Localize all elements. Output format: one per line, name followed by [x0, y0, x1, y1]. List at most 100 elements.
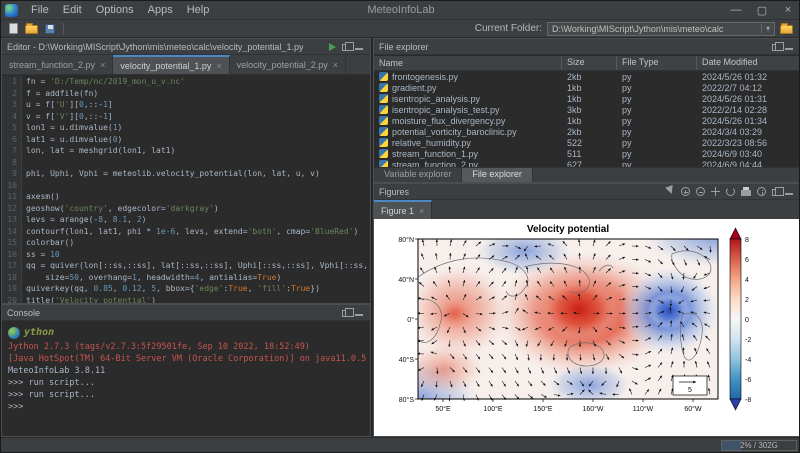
code-line[interactable]: 15colorbar() — [2, 237, 370, 249]
code-line[interactable]: 16ss = 10 — [2, 249, 370, 261]
code-line[interactable]: 11axesm() — [2, 191, 370, 203]
info-icon[interactable] — [757, 187, 766, 196]
code-line[interactable]: 6lat1 = u.dimvalue(0) — [2, 134, 370, 146]
table-row[interactable]: stream_function_1.py511py2024/6/9 03:40 — [374, 148, 800, 159]
code-line[interactable]: 12geoshow('country', edgecolor='darkgray… — [2, 203, 370, 215]
tab-close-icon[interactable]: × — [100, 60, 105, 70]
code-line[interactable]: 3u = f['U'][0,::-1] — [2, 99, 370, 111]
code-line[interactable]: 20title('Velocity potential') — [2, 295, 370, 304]
code-line[interactable]: 14contourf(lon1, lat1, phi * 1e-6, levs,… — [2, 226, 370, 238]
table-row[interactable]: isentropic_analysis_test.py3kbpy2022/2/1… — [374, 104, 800, 115]
file-explorer-panel: File explorer Name Size File Type Date M… — [373, 38, 800, 183]
open-file-icon[interactable] — [25, 25, 38, 34]
status-bar: 2% / 302G — [1, 437, 800, 452]
console-banner-line: [Java HotSpot(TM) 64-Bit Server VM (Orac… — [8, 353, 364, 365]
memory-indicator[interactable]: 2% / 302G — [721, 440, 797, 451]
float-panel-icon[interactable] — [772, 44, 779, 51]
menu-help[interactable]: Help — [180, 2, 217, 18]
file-type-cell: py — [617, 127, 697, 137]
column-header-size[interactable]: Size — [562, 56, 617, 70]
menu-edit[interactable]: Edit — [56, 2, 89, 18]
maximize-button[interactable]: ▢ — [749, 1, 775, 20]
table-row[interactable]: stream_function_2.py627py2024/6/9 04:44 — [374, 159, 800, 167]
column-header-filetype[interactable]: File Type — [617, 56, 697, 70]
bottom-tab-variable-explorer[interactable]: Variable explorer — [374, 168, 462, 182]
code-line[interactable]: 13levs = arange(-8, 8.1, 2) — [2, 214, 370, 226]
figures-panel: Figures Figure 1 × — [373, 183, 800, 437]
browse-folder-icon[interactable] — [780, 25, 793, 34]
code-line[interactable]: 18 size=50, overhang=1, headwidth=4, ant… — [2, 272, 370, 284]
memory-fill-bar — [722, 441, 741, 450]
minimize-panel-icon[interactable] — [785, 43, 793, 50]
table-row[interactable]: moisture_flux_divergency.py1kbpy2024/5/2… — [374, 115, 800, 126]
table-row[interactable]: relative_humidity.py522py2022/3/23 08:56 — [374, 137, 800, 148]
code-line[interactable]: 4v = f['V'][0,::-1] — [2, 111, 370, 123]
editor-tab[interactable]: velocity_potential_1.py × — [113, 55, 229, 74]
colorbar-tick-label: 8 — [745, 237, 749, 244]
table-row[interactable]: potential_vorticity_baroclinic.py2kbpy20… — [374, 126, 800, 137]
new-file-icon[interactable] — [9, 23, 18, 34]
minimize-panel-icon[interactable] — [785, 188, 793, 195]
figure-canvas[interactable]: Velocity potential — [374, 219, 800, 436]
table-row[interactable]: isentropic_analysis.py1kbpy2024/5/26 01:… — [374, 93, 800, 104]
zoom-out-icon[interactable] — [696, 187, 705, 196]
line-number: 5 — [2, 122, 22, 134]
editor-tab[interactable]: velocity_potential_2.py× — [230, 55, 346, 74]
print-icon[interactable] — [741, 190, 751, 196]
code-editor[interactable]: 1fn = 'D:/Temp/nc/2019_mon_u_v.nc'2f = a… — [2, 76, 370, 303]
code-line[interactable]: 7lon, lat = meshgrid(lon1, lat1) — [2, 145, 370, 157]
tab-label: velocity_potential_1.py — [120, 61, 211, 71]
pan-tool-icon[interactable] — [711, 187, 720, 196]
close-button[interactable]: × — [775, 1, 800, 20]
figure-tab[interactable]: Figure 1 × — [374, 200, 432, 219]
code-text: qq = quiver(lon[::ss,::ss], lat[::ss,::s… — [22, 260, 370, 272]
file-name-cell: isentropic_analysis.py — [374, 94, 562, 104]
code-line[interactable]: 19quiverkey(qq, 0.85, 0.12, 5, bbox={'ed… — [2, 283, 370, 295]
column-header-name[interactable]: Name — [374, 56, 562, 70]
column-header-date[interactable]: Date Modified — [697, 56, 800, 70]
table-row[interactable]: gradient.py1kbpy2022/2/7 04:12 — [374, 82, 800, 93]
y-tick-label: 40°S — [399, 356, 415, 364]
code-line[interactable]: 5lon1 = u.dimvalue(1) — [2, 122, 370, 134]
save-icon[interactable] — [45, 24, 55, 34]
float-panel-icon[interactable] — [342, 310, 349, 317]
figures-panel-header[interactable]: Figures — [374, 184, 800, 200]
chevron-down-icon[interactable]: ▾ — [761, 24, 774, 33]
minimize-panel-icon[interactable] — [355, 43, 363, 50]
tab-close-icon[interactable]: × — [216, 61, 221, 71]
float-panel-icon[interactable] — [772, 189, 779, 196]
console-output[interactable]: ython Jython 2.7.3 (tags/v2.7.3:5f29501f… — [2, 322, 370, 436]
current-folder-combobox[interactable]: D:\Working\MIScript\Jython\mis\meteo\cal… — [547, 22, 775, 36]
colorbar-tick-label: -6 — [745, 377, 751, 384]
table-row[interactable]: frontogenesis.py2kbpy2024/5/26 01:32 — [374, 71, 800, 82]
tab-close-icon[interactable]: × — [419, 206, 424, 216]
code-line[interactable]: 8 — [2, 157, 370, 169]
run-script-icon[interactable] — [329, 43, 336, 51]
editor-tab[interactable]: stream_function_2.py× — [2, 55, 113, 74]
tab-close-icon[interactable]: × — [333, 60, 338, 70]
menu-options[interactable]: Options — [89, 2, 141, 18]
minimize-panel-icon[interactable] — [355, 309, 363, 316]
editor-panel-header[interactable]: Editor - D:\Working\MIScript\Jython\mis\… — [2, 39, 370, 55]
menu-apps[interactable]: Apps — [141, 2, 180, 18]
code-line[interactable]: 17qq = quiver(lon[::ss,::ss], lat[::ss,:… — [2, 260, 370, 272]
file-date-cell: 2022/2/7 04:12 — [697, 83, 800, 93]
figure-svg[interactable]: Velocity potential — [374, 219, 800, 439]
line-number: 19 — [2, 283, 22, 295]
code-line[interactable]: 2f = addfile(fn) — [2, 88, 370, 100]
console-panel-header[interactable]: Console — [2, 305, 370, 321]
file-explorer-header[interactable]: File explorer — [374, 39, 800, 55]
code-line[interactable]: 1fn = 'D:/Temp/nc/2019_mon_u_v.nc' — [2, 76, 370, 88]
select-tool-icon[interactable] — [665, 184, 677, 198]
rotate-tool-icon[interactable] — [726, 187, 735, 196]
zoom-in-icon[interactable] — [681, 187, 690, 196]
code-line[interactable]: 10 — [2, 180, 370, 192]
line-number: 4 — [2, 111, 22, 123]
file-size-cell: 1kb — [562, 116, 617, 126]
menu-file[interactable]: File — [24, 2, 56, 18]
float-panel-icon[interactable] — [342, 44, 349, 51]
bottom-tab-file-explorer[interactable]: File explorer — [462, 168, 533, 182]
code-line[interactable]: 9phi, Uphi, Vphi = meteolib.velocity_pot… — [2, 168, 370, 180]
minimize-button[interactable]: — — [723, 1, 749, 20]
colorbar-tick-label: 2 — [745, 297, 749, 304]
